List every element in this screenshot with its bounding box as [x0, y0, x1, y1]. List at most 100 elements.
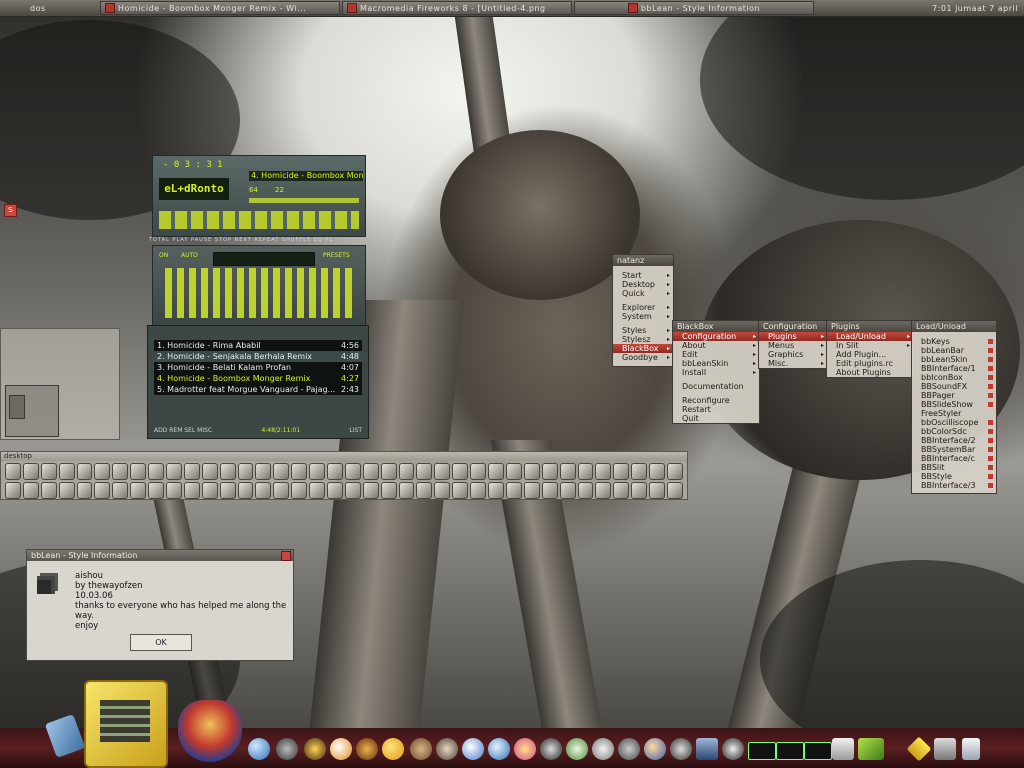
- shortcut-icon[interactable]: [130, 463, 147, 480]
- shortcut-icon[interactable]: [649, 482, 665, 499]
- eq-sliders[interactable]: [165, 268, 355, 318]
- plugin-item[interactable]: bbLeanBar: [912, 346, 996, 355]
- tools-cross-icon[interactable]: [934, 738, 956, 760]
- shortcut-icon[interactable]: [577, 482, 594, 499]
- eq-presets-label[interactable]: PRESETS: [323, 252, 350, 259]
- menu-item-documentation[interactable]: Documentation: [673, 382, 759, 391]
- task-winamp[interactable]: Homicide - Boombox Monger Remix - Wi...: [100, 1, 340, 15]
- shortcut-icon[interactable]: [577, 463, 594, 480]
- menu-item-blackbox[interactable]: BlackBox ▸: [613, 344, 673, 353]
- shortcut-icon[interactable]: [470, 482, 487, 499]
- menu-item-configuration[interactable]: Configuration ▸: [673, 332, 759, 341]
- shortcut-icon[interactable]: [470, 463, 487, 480]
- network-icon[interactable]: [696, 738, 718, 760]
- plugin-item[interactable]: BBSystemBar: [912, 445, 996, 454]
- shortcut-icon[interactable]: [613, 463, 630, 480]
- playlist-row[interactable]: 5. Madrotter feat Morgue Vanguard - Paja…: [154, 384, 362, 395]
- plugin-item[interactable]: BBSoundFX: [912, 382, 996, 391]
- plugin-item[interactable]: BBInterface/c: [912, 454, 996, 463]
- shortcut-icon[interactable]: [5, 482, 21, 499]
- volume-slider[interactable]: [249, 198, 359, 203]
- shortcut-icon[interactable]: [613, 482, 630, 499]
- shortcut-icon[interactable]: [595, 482, 612, 499]
- mask-icon[interactable]: [178, 700, 242, 762]
- terminal-icon[interactable]: [776, 742, 804, 760]
- google-icon[interactable]: [462, 738, 484, 760]
- menu-item-quit[interactable]: Quit: [673, 414, 759, 423]
- gimp-icon[interactable]: [410, 738, 432, 760]
- plugin-item[interactable]: BBStyle: [912, 472, 996, 481]
- finder-icon[interactable]: [832, 738, 854, 760]
- shortcut-icon[interactable]: [434, 482, 451, 499]
- shortcut-icon[interactable]: [201, 463, 218, 480]
- menu-item-plugins[interactable]: Plugins ▸: [759, 332, 827, 341]
- shortcut-icon[interactable]: [58, 482, 75, 499]
- note-icon[interactable]: [592, 738, 614, 760]
- terminal-icon[interactable]: [748, 742, 776, 760]
- playlist-row[interactable]: 3. Homicide - Belati Kalam Profan 4:07: [154, 362, 362, 373]
- alien-icon[interactable]: [722, 738, 744, 760]
- menu-item-bbleanskin[interactable]: bbLeanSkin ▸: [673, 359, 759, 368]
- menu-item-quick[interactable]: Quick ▸: [613, 289, 673, 298]
- messenger-icon[interactable]: [514, 738, 536, 760]
- shortcut-icon[interactable]: [309, 482, 326, 499]
- shortcut-icon[interactable]: [666, 482, 683, 499]
- playlist-row[interactable]: 2. Homicide - Senjakala Berhala Remix 4:…: [154, 351, 362, 362]
- ok-button[interactable]: OK: [130, 634, 192, 651]
- plugin-item[interactable]: bbIconBox: [912, 373, 996, 382]
- shortcut-icon[interactable]: [94, 482, 111, 499]
- plugin-item[interactable]: bbOscilliscope: [912, 418, 996, 427]
- shortcut-icon[interactable]: [237, 482, 254, 499]
- shortcut-icon[interactable]: [309, 463, 326, 480]
- shortcut-icon[interactable]: [255, 482, 272, 499]
- shortcut-icon[interactable]: [22, 463, 39, 480]
- shortcut-icon[interactable]: [416, 463, 433, 480]
- shortcut-icon[interactable]: [452, 482, 469, 499]
- menu-item-desktop[interactable]: Desktop ▸: [613, 280, 673, 289]
- menu-item-load-unload[interactable]: Load/Unload ▸: [827, 332, 913, 341]
- eq-on-label[interactable]: ON: [159, 252, 168, 259]
- plugin-item[interactable]: bbKeys: [912, 337, 996, 346]
- transport-controls[interactable]: [159, 211, 359, 229]
- menu-item-add-plugin[interactable]: Add Plugin...: [827, 350, 913, 359]
- menu-item-menus[interactable]: Menus ▸: [759, 341, 827, 350]
- plugin-item[interactable]: BBSlideShow: [912, 400, 996, 409]
- shortcut-icon[interactable]: [362, 482, 379, 499]
- shortcut-icon[interactable]: [362, 463, 379, 480]
- shortcut-icon[interactable]: [631, 463, 648, 480]
- shortcut-icon[interactable]: [183, 463, 200, 480]
- terminal-icon[interactable]: [804, 742, 832, 760]
- eq-auto-label[interactable]: AUTO: [181, 252, 198, 259]
- shortcut-icon[interactable]: [183, 482, 200, 499]
- shortcut-icon[interactable]: [255, 463, 272, 480]
- shortcut-icon[interactable]: [523, 482, 540, 499]
- playlist-row[interactable]: 4. Homicide - Boombox Monger Remix 4:27: [154, 373, 362, 384]
- shortcut-icon[interactable]: [488, 482, 504, 499]
- shortcut-icon[interactable]: [434, 463, 451, 480]
- menu-item-goodbye[interactable]: Goodbye ▸: [613, 353, 673, 362]
- shortcut-icon[interactable]: [40, 482, 57, 499]
- plugin-item[interactable]: FreeStyler: [912, 409, 996, 418]
- search-icon[interactable]: [488, 738, 510, 760]
- plugin-item[interactable]: bbLeanSkin: [912, 355, 996, 364]
- ie-icon[interactable]: [382, 738, 404, 760]
- plugin-item[interactable]: BBInterface/2: [912, 436, 996, 445]
- shortcut-icon[interactable]: [559, 482, 576, 499]
- task-style-info[interactable]: bbLean - Style Information: [574, 1, 814, 15]
- menu-item-restart[interactable]: Restart: [673, 405, 759, 414]
- menu-item-explorer[interactable]: Explorer ▸: [613, 303, 673, 312]
- shortcut-icon[interactable]: [58, 463, 75, 480]
- shortcut-icon[interactable]: [631, 482, 648, 499]
- shortcut-icon[interactable]: [380, 482, 397, 499]
- globe-icon[interactable]: [248, 738, 270, 760]
- plugin-item[interactable]: BBInterface/3: [912, 481, 996, 490]
- shortcut-icon[interactable]: [148, 463, 165, 480]
- tools-icon[interactable]: [276, 738, 298, 760]
- shortcut-icon[interactable]: [130, 482, 147, 499]
- menu-item-install[interactable]: Install ▸: [673, 368, 759, 377]
- menu-item-start[interactable]: Start ▸: [613, 271, 673, 280]
- shortcut-icon[interactable]: [219, 482, 236, 499]
- shortcut-icon[interactable]: [505, 482, 522, 499]
- plugin-item[interactable]: BBInterface/1: [912, 364, 996, 373]
- satellite-icon[interactable]: [670, 738, 692, 760]
